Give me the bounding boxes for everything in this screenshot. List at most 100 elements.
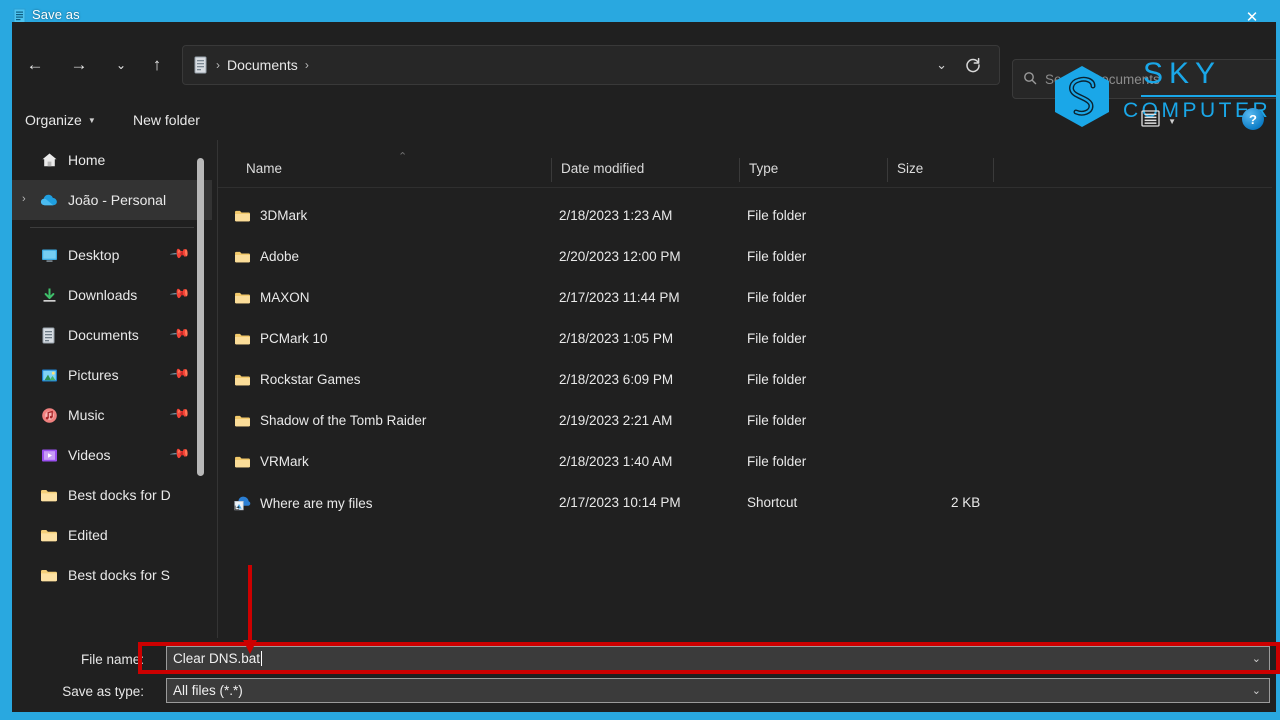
file-name-label: Where are my files <box>260 495 373 511</box>
column-separator-4[interactable] <box>993 158 994 182</box>
file-date-cell: 2/17/2023 10:14 PM <box>559 495 681 510</box>
file-name-label: Adobe <box>260 249 300 264</box>
column-header-type[interactable]: Type <box>749 161 778 176</box>
file-name-label: Rockstar Games <box>260 372 361 387</box>
search-input[interactable]: Search Documents <box>1045 72 1160 87</box>
downloads-icon <box>40 286 58 304</box>
annotation-arrow-head <box>243 640 257 654</box>
table-row[interactable]: Shadow of the Tomb Raider 2/19/2023 2:21… <box>218 402 1272 443</box>
table-row[interactable]: PCMark 10 2/18/2023 1:05 PM File folder <box>218 320 1272 361</box>
chevron-down-icon: ▼ <box>87 115 96 125</box>
file-type-cell: File folder <box>747 208 807 223</box>
documents-icon <box>40 326 58 344</box>
folder-icon <box>40 486 58 504</box>
file-date-cell: 2/18/2023 1:23 AM <box>559 208 673 223</box>
sidebar-item-best-docks-for-s[interactable]: Best docks for S <box>12 555 212 595</box>
sidebar-item-downloads[interactable]: Downloads 📌 <box>12 275 212 315</box>
recent-locations-button[interactable]: ⌄ <box>104 48 138 82</box>
sidebar-item-music[interactable]: Music 📌 <box>12 395 212 435</box>
pin-icon[interactable]: 📌 <box>169 403 191 426</box>
search-icon <box>1023 71 1037 88</box>
address-bar[interactable]: › Documents › ⌄ <box>182 45 1000 85</box>
file-name-label: VRMark <box>260 454 309 469</box>
sidebar-item-documents[interactable]: Documents 📌 <box>12 315 212 355</box>
file-date-cell: 2/18/2023 6:09 PM <box>559 372 674 387</box>
pin-icon[interactable]: 📌 <box>169 283 191 306</box>
table-row[interactable]: VRMark 2/18/2023 1:40 AM File folder <box>218 443 1272 484</box>
sidebar-item-joao-personal[interactable]: › João - Personal <box>12 180 212 220</box>
refresh-icon[interactable] <box>963 55 985 77</box>
file-date-cell: 2/20/2023 12:00 PM <box>559 249 681 264</box>
sidebar-item-label: João - Personal <box>68 192 167 208</box>
file-type-cell: File folder <box>747 331 807 346</box>
pin-icon[interactable]: 📌 <box>169 363 191 386</box>
sidebar-item-label: Videos <box>68 447 111 463</box>
column-header-row: ⌃ Name Date modified Type Size <box>218 151 1272 188</box>
save-as-dialog-window: Save as ✕ ← → ⌄ ↑ › Documents › ⌄ Search… <box>0 0 1280 720</box>
sidebar-divider <box>30 227 194 228</box>
window-title: Save as <box>32 7 80 22</box>
column-header-name[interactable]: Name <box>246 161 282 176</box>
up-button[interactable]: ↑ <box>140 48 174 82</box>
file-list-pane[interactable]: ⌃ Name Date modified Type Size 3DMark 2/… <box>217 140 1272 652</box>
table-row[interactable]: Where are my files 2/17/2023 10:14 PM Sh… <box>218 484 1272 525</box>
file-size-cell: 2 KB <box>951 495 981 510</box>
help-button[interactable]: ? <box>1242 108 1264 130</box>
pin-icon[interactable]: 📌 <box>169 443 191 466</box>
organize-button[interactable]: Organize ▼ <box>20 109 101 131</box>
chevron-down-icon[interactable]: ⌄ <box>936 57 947 73</box>
file-date-cell: 2/17/2023 11:44 PM <box>559 290 680 305</box>
folder-icon <box>40 526 58 544</box>
breadcrumb-documents[interactable]: Documents <box>227 57 298 73</box>
sort-ascending-icon: ⌃ <box>398 151 408 163</box>
command-bar: Organize ▼ New folder ▼ ? <box>12 102 1276 140</box>
view-options-button[interactable]: ▼ <box>1135 106 1182 136</box>
column-separator-3[interactable] <box>887 158 888 182</box>
file-name-cell: VRMark <box>234 454 309 469</box>
sidebar-item-videos[interactable]: Videos 📌 <box>12 435 212 475</box>
desktop-icon <box>40 246 58 264</box>
table-row[interactable]: Adobe 2/20/2023 12:00 PM File folder <box>218 238 1272 279</box>
filename-field[interactable]: Clear DNS.bat ⌄ <box>166 646 1270 671</box>
new-folder-button[interactable]: New folder <box>127 109 206 131</box>
sidebar-item-label: Desktop <box>68 247 120 263</box>
file-date-cell: 2/18/2023 1:05 PM <box>559 331 674 346</box>
file-date-cell: 2/18/2023 1:40 AM <box>559 454 673 469</box>
column-separator-2[interactable] <box>739 158 740 182</box>
music-icon <box>40 406 58 424</box>
navigation-row: ← → ⌄ ↑ › Documents › ⌄ Search Documents… <box>12 36 1276 127</box>
sidebar-item-best-docks-for-d[interactable]: Best docks for D <box>12 475 212 515</box>
table-row[interactable]: Rockstar Games 2/18/2023 6:09 PM File fo… <box>218 361 1272 402</box>
file-name-label: 3DMark <box>260 208 308 223</box>
file-name-label: MAXON <box>260 290 310 305</box>
sidebar-item-home[interactable]: Home <box>12 140 212 180</box>
column-header-size[interactable]: Size <box>897 161 923 176</box>
chevron-down-icon[interactable]: ⌄ <box>1252 684 1261 697</box>
breadcrumb-separator-2[interactable]: › <box>305 58 309 72</box>
table-row[interactable]: MAXON 2/17/2023 11:44 PM File folder <box>218 279 1272 320</box>
column-separator-1[interactable] <box>551 158 552 182</box>
sidebar-item-label: Downloads <box>68 287 138 303</box>
filetype-row: Save as type: All files (*.*) ⌄ <box>12 678 1276 708</box>
column-header-date-modified[interactable]: Date modified <box>561 161 644 176</box>
sidebar-item-pictures[interactable]: Pictures 📌 <box>12 355 212 395</box>
chevron-down-icon[interactable]: ⌄ <box>1252 652 1261 665</box>
forward-button[interactable]: → <box>62 48 96 82</box>
search-box[interactable]: Search Documents <box>1012 59 1276 99</box>
back-button[interactable]: ← <box>18 48 52 82</box>
sidebar-item-label: Music <box>68 407 105 423</box>
pin-icon[interactable]: 📌 <box>169 323 191 346</box>
sidebar-item-desktop[interactable]: Desktop 📌 <box>12 235 212 275</box>
pin-icon[interactable]: 📌 <box>169 243 191 266</box>
list-view-icon <box>1141 110 1160 132</box>
table-row[interactable]: 3DMark 2/18/2023 1:23 AM File folder <box>218 197 1272 238</box>
filetype-select[interactable]: All files (*.*) ⌄ <box>166 678 1270 703</box>
folder-icon <box>234 455 251 469</box>
navigation-sidebar[interactable]: Home › João - Personal Desktop 📌 Downloa… <box>12 140 212 652</box>
folder-icon <box>234 250 251 264</box>
sidebar-scrollbar[interactable] <box>197 158 204 476</box>
organize-label: Organize <box>25 112 82 128</box>
chevron-right-icon[interactable]: › <box>22 193 26 205</box>
sidebar-item-edited[interactable]: Edited <box>12 515 212 555</box>
file-name-label: PCMark 10 <box>260 331 328 346</box>
